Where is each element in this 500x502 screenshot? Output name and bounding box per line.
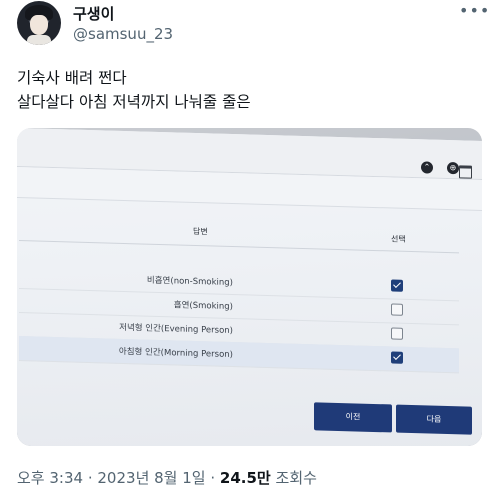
meta-separator: · xyxy=(210,469,220,487)
views-label: 조회수 xyxy=(275,469,317,487)
tweet-meta: 오후 3:34 · 2023년 8월 1일 · 24.5만 조회수 xyxy=(17,467,317,488)
display-name[interactable]: 구생이 xyxy=(73,3,114,24)
more-horizontal-icon[interactable]: ••• xyxy=(459,3,489,22)
option-label: 아침형 인간(Morning Person) xyxy=(118,346,233,361)
window-icon xyxy=(459,165,472,179)
user-handle[interactable]: @samsuu_23 xyxy=(73,25,173,43)
checkbox[interactable] xyxy=(391,351,403,364)
option-label: 비흡연(non-Smoking) xyxy=(146,275,233,289)
tweet-text-line-2: 살다살다 아침 저녁까지 나눠줄 줄은 xyxy=(17,93,251,111)
header-answer: 답변 xyxy=(193,226,208,237)
tweet-photo[interactable]: ⌃ ⊕ 답변 선택 비흡연(non-Smoking) 흡연(Smoking) 저… xyxy=(17,128,482,446)
checkbox[interactable] xyxy=(391,279,403,292)
header-select: 선택 xyxy=(391,234,406,244)
tweet-text-line-1: 기숙사 배려 쩐다 xyxy=(17,69,127,87)
option-label: 흡연(Smoking) xyxy=(173,300,233,313)
option-label: 저녁형 인간(Evening Person) xyxy=(119,322,233,337)
views-count: 24.5만 xyxy=(219,469,271,487)
tweet-date[interactable]: 2023년 8월 1일 xyxy=(97,469,205,487)
next-button[interactable]: 다음 xyxy=(396,404,472,435)
tweet-time[interactable]: 오후 3:34 xyxy=(17,469,83,487)
table-header: 답변 선택 xyxy=(19,214,459,254)
prev-button[interactable]: 이전 xyxy=(314,402,392,433)
photo-screen: ⌃ ⊕ 답변 선택 비흡연(non-Smoking) 흡연(Smoking) 저… xyxy=(17,128,482,446)
avatar-collar xyxy=(27,35,51,45)
avatar-face xyxy=(30,15,48,35)
meta-separator: · xyxy=(87,469,98,487)
collapse-icon: ⌃ xyxy=(421,161,433,174)
settings-icon: ⊕ xyxy=(447,162,459,175)
avatar[interactable] xyxy=(17,1,61,45)
survey-table: 답변 선택 비흡연(non-Smoking) 흡연(Smoking) 저녁형 인… xyxy=(19,214,459,374)
checkbox[interactable] xyxy=(391,303,403,316)
checkbox[interactable] xyxy=(391,327,403,340)
